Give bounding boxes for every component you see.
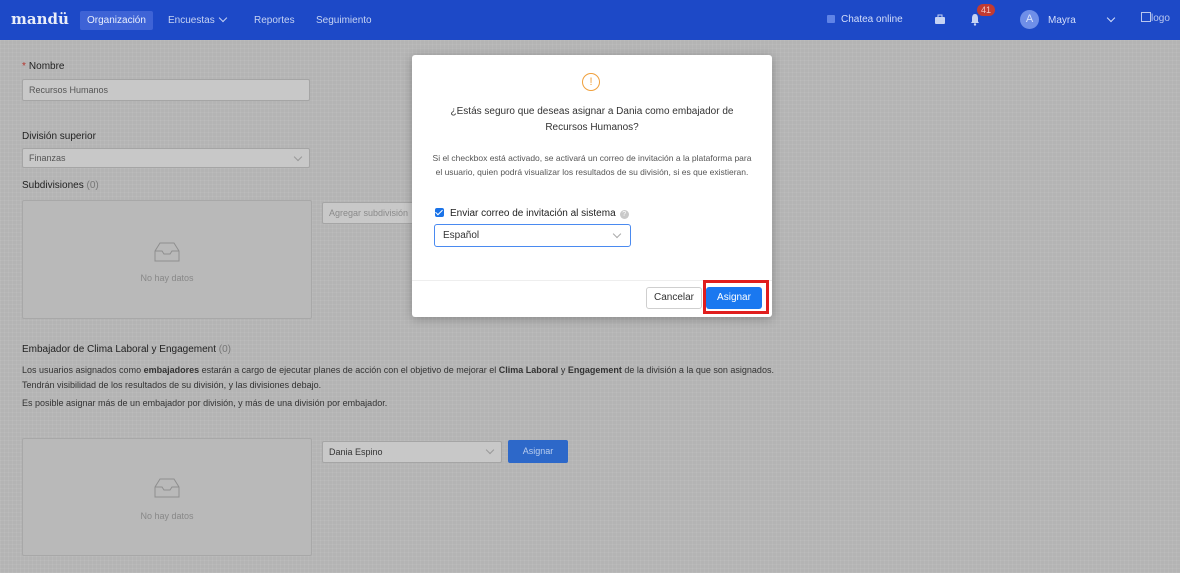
chevron-down-icon — [218, 13, 227, 23]
subdivisions-count: (0) — [86, 180, 99, 191]
briefcase-icon[interactable] — [934, 14, 946, 25]
chat-online-button[interactable]: Chatea online — [827, 14, 903, 25]
help-icon[interactable]: ? — [619, 210, 629, 219]
parent-division-label: División superior — [22, 131, 96, 142]
bell-icon[interactable] — [970, 13, 980, 26]
chevron-down-icon — [612, 229, 622, 239]
warning-icon: ! — [582, 73, 600, 91]
parent-division-select[interactable]: Finanzas — [22, 148, 310, 168]
name-label: * Nombre — [22, 61, 64, 72]
notification-badge: 41 — [977, 4, 996, 16]
empty-inbox-icon — [154, 478, 180, 498]
ambassador-count: (0) — [218, 344, 232, 355]
chevron-down-icon — [293, 152, 303, 162]
name-input-value: Recursos Humanos — [29, 85, 109, 95]
language-select-value: Español — [443, 230, 480, 241]
company-logo: logo — [1141, 12, 1176, 28]
invite-email-checkbox[interactable] — [435, 208, 444, 217]
parent-division-value: Finanzas — [29, 153, 66, 163]
brand-logo[interactable]: mandü — [11, 10, 69, 28]
ambassador-section-title: Embajador de Clima Laboral y Engagement … — [22, 344, 231, 355]
add-subdivision-placeholder: Agregar subdivisión — [329, 208, 409, 218]
nav-item-seguimiento[interactable]: Seguimiento — [316, 15, 372, 26]
name-input[interactable]: Recursos Humanos — [22, 79, 310, 101]
language-select[interactable]: Español — [434, 224, 631, 247]
chat-icon — [827, 15, 835, 23]
top-navbar: mandü Organización Encuestas Reportes Se… — [0, 0, 1180, 40]
dialog-description: Si el checkbox está activado, se activar… — [432, 153, 752, 177]
logo-alt-text: logo — [1151, 13, 1170, 24]
cancel-button[interactable]: Cancelar — [646, 287, 702, 309]
invite-email-label: Enviar correo de invitación al sistema — [450, 208, 616, 219]
dialog-title: ¿Estás seguro que deseas asignar a Dania… — [450, 106, 734, 133]
subdivisions-label-text: Subdivisiones — [22, 180, 84, 191]
subdivisions-empty-text: No hay datos — [140, 273, 194, 283]
nav-item-encuestas-label: Encuestas — [168, 15, 215, 26]
ambassador-note: Es posible asignar más de un embajador p… — [22, 398, 388, 408]
ambassador-user-select[interactable]: Dania Espino — [322, 441, 502, 463]
assign-ambassador-button[interactable]: Asignar — [508, 440, 568, 463]
user-name[interactable]: Mayra — [1048, 15, 1076, 26]
ambassador-description: Los usuarios asignados como embajadores … — [22, 365, 774, 390]
chevron-down-icon — [485, 445, 495, 455]
invite-email-checkbox-row[interactable]: Enviar correo de invitación al sistema? — [435, 208, 629, 219]
nav-item-organizacion[interactable]: Organización — [80, 11, 153, 30]
user-menu-chevron-icon[interactable] — [1103, 13, 1116, 26]
subdivisions-label: Subdivisiones (0) — [22, 180, 99, 191]
broken-image-icon — [1141, 12, 1151, 22]
ambassadors-empty-list: No hay datos — [22, 438, 312, 556]
name-label-text: Nombre — [28, 61, 65, 72]
confirm-assign-dialog: ! ¿Estás seguro que deseas asignar a Dan… — [412, 55, 772, 317]
nav-item-encuestas[interactable]: Encuestas — [168, 13, 227, 26]
ambassador-title-text: Embajador de Clima Laboral y Engagement — [22, 344, 216, 355]
avatar[interactable]: A — [1020, 10, 1039, 29]
add-subdivision-input[interactable]: Agregar subdivisión — [322, 202, 417, 224]
highlight-box — [703, 280, 769, 314]
ambassadors-empty-text: No hay datos — [140, 511, 194, 521]
nav-item-reportes[interactable]: Reportes — [254, 15, 295, 26]
ambassador-user-value: Dania Espino — [329, 447, 383, 457]
required-mark: * — [22, 61, 26, 72]
chat-online-label: Chatea online — [841, 14, 903, 25]
subdivisions-empty-list: No hay datos — [22, 200, 312, 319]
empty-inbox-icon — [154, 242, 180, 262]
